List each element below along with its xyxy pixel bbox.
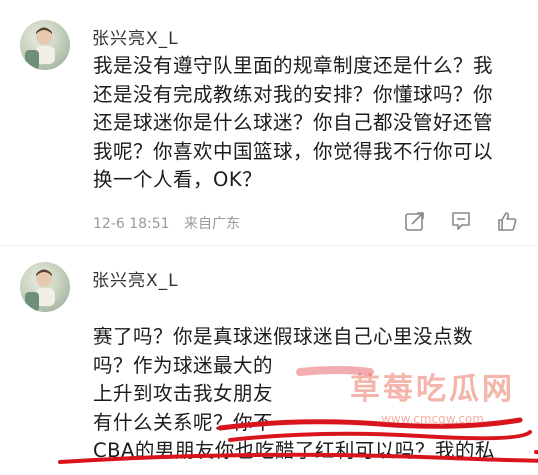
share-icon[interactable] — [404, 210, 426, 232]
comment-line: 还是球迷你是什么球迷？你自己都没管好还管 — [93, 111, 494, 134]
comment-line: 我是没有遵守队里面的规章制度还是什么？我 — [93, 54, 494, 77]
comment-actions — [404, 210, 518, 232]
username[interactable]: 张兴亮X_L — [92, 266, 179, 291]
comment-line: CBA的男朋友你也吃醋了红利可以吗？我的私 — [93, 439, 495, 462]
avatar[interactable] — [20, 20, 70, 70]
watermark-title: 草莓吃瓜网 — [350, 372, 515, 407]
avatar[interactable] — [20, 262, 70, 312]
watermark-url: www.cmcgw.com — [381, 412, 484, 426]
comment-line: 我呢？你喜欢中国篮球，你觉得我不行你可以 — [93, 139, 494, 163]
child-photo-icon — [25, 27, 55, 70]
child-photo-icon — [25, 269, 55, 312]
comment-line: 换一个人看，OK？ — [93, 168, 263, 191]
comment-icon[interactable] — [450, 210, 472, 232]
username[interactable]: 张兴亮X_L — [92, 24, 179, 49]
post-divider — [0, 245, 538, 246]
timestamp: 12-6 18:51 — [93, 216, 170, 232]
like-icon[interactable] — [496, 210, 518, 232]
comment-meta: 12-6 18:51 来自广东 — [93, 213, 240, 233]
source-location: 来自广东 — [184, 216, 241, 232]
comment-text: 我是没有遵守队里面的规章制度还是什么？我 还是没有完成教练对我的安排？你懂球吗？… — [93, 52, 525, 195]
watermark: 草莓吃瓜网 www.cmcgw.com — [335, 364, 530, 426]
comment-line: 赛了吗？你是真球迷假球迷自己心里没点数 — [93, 325, 474, 348]
comment-line: 还是没有完成教练对我的安排？你懂球吗？你 — [93, 82, 494, 106]
